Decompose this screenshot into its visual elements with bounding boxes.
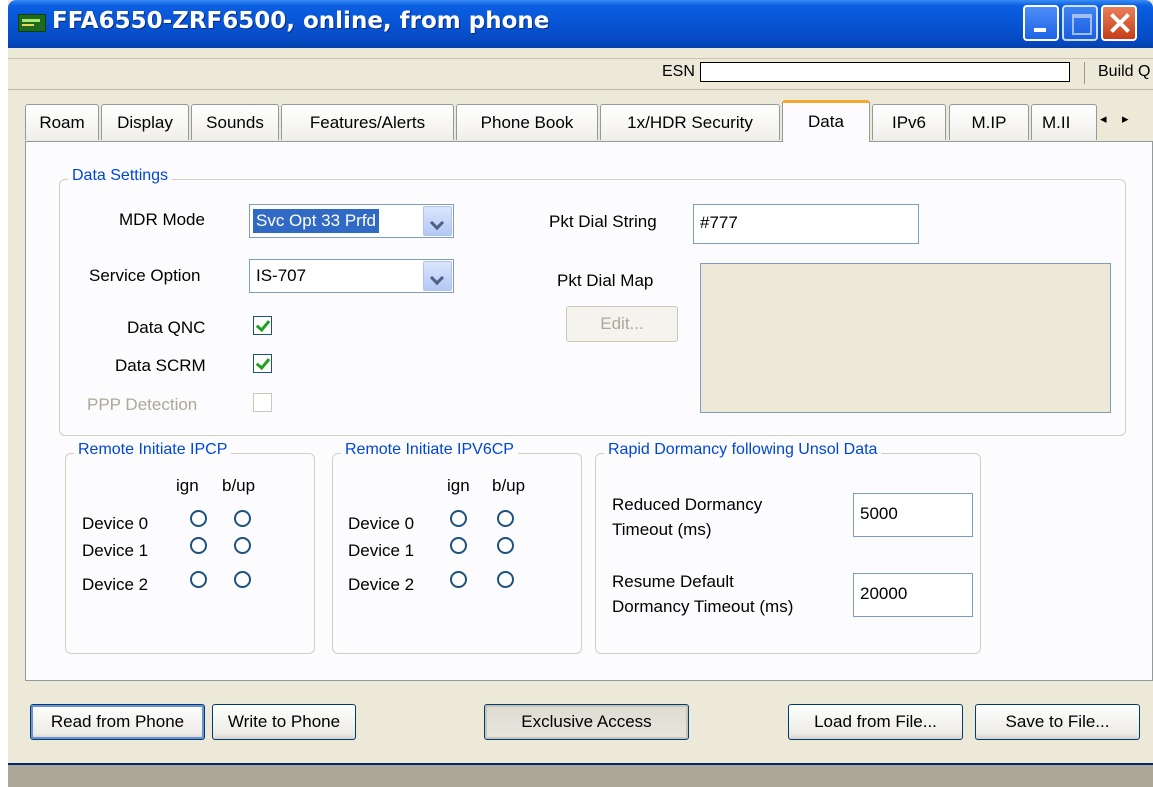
mdr-mode-label: MDR Mode xyxy=(119,210,205,229)
read-from-phone-button[interactable]: Read from Phone xyxy=(30,704,205,740)
ipv6cp-device-0-label: Device 0 xyxy=(348,514,415,533)
service-option-dropdown-icon[interactable] xyxy=(423,261,452,291)
ipv6cp-device-1-bup-radio[interactable] xyxy=(497,537,514,554)
esn-label: ESN xyxy=(662,63,695,80)
ipcp-device-0-label: Device 0 xyxy=(82,514,149,533)
service-option-select[interactable]: IS-707 xyxy=(249,259,454,293)
data-scrm-label: Data SCRM xyxy=(115,356,206,375)
tab-features-alerts[interactable]: Features/Alerts xyxy=(281,104,454,140)
exclusive-access-button[interactable]: Exclusive Access xyxy=(484,704,689,740)
phone-app-icon xyxy=(18,14,46,32)
ipcp-device-1-ign-radio[interactable] xyxy=(190,537,207,554)
ipcp-bup-header: b/up xyxy=(222,476,256,495)
service-option-label: Service Option xyxy=(89,266,201,285)
ppp-detection-checkbox xyxy=(253,393,272,412)
menu-strip xyxy=(8,48,1153,59)
tab-m-ii[interactable]: M.II xyxy=(1031,104,1097,140)
tab-roam[interactable]: Roam xyxy=(25,104,99,140)
ipv6cp-device-2-label: Device 2 xyxy=(348,575,415,594)
pkt-dial-map-box xyxy=(700,263,1111,413)
ipv6cp-device-1-label: Device 1 xyxy=(348,541,415,560)
tab-data[interactable]: Data xyxy=(782,100,870,142)
ipv6cp-device-1-ign-radio[interactable] xyxy=(450,537,467,554)
pkt-dial-string-label: Pkt Dial String xyxy=(549,212,657,231)
ppp-detection-label: PPP Detection xyxy=(87,395,198,414)
ipcp-ign-header: ign xyxy=(176,476,199,495)
ipv6cp-device-0-ign-radio[interactable] xyxy=(450,510,467,527)
ipv6cp-bup-header: b/up xyxy=(492,476,526,495)
minimize-icon[interactable] xyxy=(1023,5,1059,41)
title-bar[interactable]: FFA6550-ZRF6500, online, from phone xyxy=(8,0,1153,48)
mdr-mode-dropdown-icon[interactable] xyxy=(423,206,452,236)
ipv6cp-device-2-ign-radio[interactable] xyxy=(450,571,467,588)
close-icon[interactable] xyxy=(1101,5,1137,41)
info-bar: ESN Build Q xyxy=(8,59,1153,90)
write-to-phone-button[interactable]: Write to Phone xyxy=(212,704,356,740)
status-bar xyxy=(8,763,1153,787)
ipcp-device-2-ign-radio[interactable] xyxy=(190,571,207,588)
tab-1x-hdr-security[interactable]: 1x/HDR Security xyxy=(600,104,780,140)
reduced-dormancy-label-line1: Reduced Dormancy xyxy=(612,495,763,514)
ipv6cp-device-2-bup-radio[interactable] xyxy=(497,571,514,588)
tab-display[interactable]: Display xyxy=(101,104,189,140)
resume-dormancy-label-line2: Dormancy Timeout (ms) xyxy=(612,597,794,616)
tab-scroll-right-icon[interactable]: ▸ xyxy=(1122,111,1129,127)
edit-button: Edit... xyxy=(566,306,678,342)
pkt-dial-string-input[interactable]: #777 xyxy=(693,204,919,244)
reduced-dormancy-label-line2: Timeout (ms) xyxy=(612,520,712,539)
rapid-dormancy-group: Rapid Dormancy following Unsol Data xyxy=(595,441,981,654)
maximize-icon[interactable] xyxy=(1062,5,1098,41)
remote-ipv6cp-title: Remote Initiate IPV6CP xyxy=(341,441,518,459)
tab-scroll: ◂ ▸ xyxy=(1094,104,1153,134)
resume-dormancy-label-line1: Resume Default xyxy=(612,572,734,591)
window-title: FFA6550-ZRF6500, online, from phone xyxy=(52,8,550,34)
remote-ipcp-title: Remote Initiate IPCP xyxy=(74,441,232,459)
ipcp-device-1-bup-radio[interactable] xyxy=(234,537,251,554)
ipcp-device-2-bup-radio[interactable] xyxy=(234,571,251,588)
pkt-dial-map-label: Pkt Dial Map xyxy=(557,271,654,290)
esn-field xyxy=(700,62,1070,82)
load-from-file-button[interactable]: Load from File... xyxy=(788,704,963,740)
data-qnc-checkbox[interactable] xyxy=(253,316,272,335)
info-separator xyxy=(1084,62,1085,84)
tab-sounds[interactable]: Sounds xyxy=(191,104,279,140)
tab-phone-book[interactable]: Phone Book xyxy=(456,104,598,140)
rapid-dormancy-title: Rapid Dormancy following Unsol Data xyxy=(604,441,882,459)
data-scrm-checkbox[interactable] xyxy=(253,354,272,373)
ipcp-device-0-bup-radio[interactable] xyxy=(234,510,251,527)
data-qnc-label: Data QNC xyxy=(127,318,206,337)
tab-m-ip[interactable]: M.IP xyxy=(949,104,1029,140)
resume-dormancy-input[interactable]: 20000 xyxy=(853,573,973,617)
tab-ipv6[interactable]: IPv6 xyxy=(872,104,946,140)
mdr-mode-select[interactable]: Svc Opt 33 Prfd xyxy=(249,204,454,238)
ipcp-device-1-label: Device 1 xyxy=(82,541,149,560)
build-label: Build Q xyxy=(1098,63,1151,80)
ipcp-device-0-ign-radio[interactable] xyxy=(190,510,207,527)
save-to-file-button[interactable]: Save to File... xyxy=(975,704,1140,740)
mdr-mode-value: Svc Opt 33 Prfd xyxy=(253,209,379,233)
ipv6cp-device-0-bup-radio[interactable] xyxy=(497,510,514,527)
tab-scroll-left-icon[interactable]: ◂ xyxy=(1100,111,1107,127)
ipv6cp-ign-header: ign xyxy=(447,476,470,495)
reduced-dormancy-input[interactable]: 5000 xyxy=(853,493,973,537)
ipcp-device-2-label: Device 2 xyxy=(82,575,149,594)
service-option-value: IS-707 xyxy=(256,266,307,285)
application-window: FFA6550-ZRF6500, online, from phone ESN … xyxy=(8,0,1153,787)
data-tab-panel: Data Settings MDR Mode Svc Opt 33 Prfd S… xyxy=(25,141,1153,681)
data-settings-title: Data Settings xyxy=(68,167,173,185)
